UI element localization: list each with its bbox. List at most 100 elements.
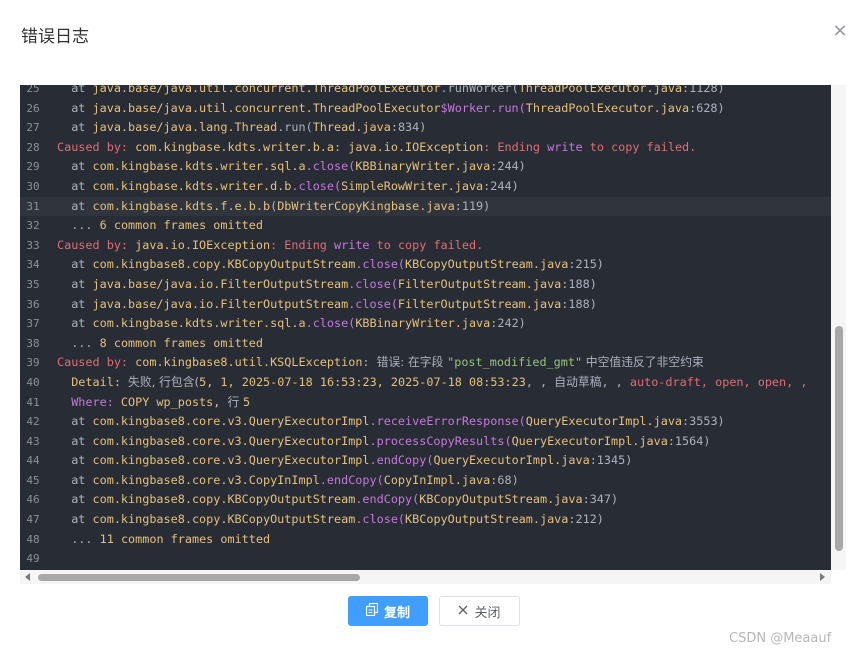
horizontal-scroll-thumb[interactable] [38,574,360,581]
code-token: com.kingbase.kdts.writer.sql.a [92,316,306,331]
log-line: 30 at com.kingbase.kdts.writer.d.b.close… [20,177,831,197]
log-line: 27 at java.base/java.lang.Thread.run(Thr… [20,118,831,138]
log-line: 46 at com.kingbase8.copy.KBCopyOutputStr… [20,490,831,510]
code-token: ... [57,531,100,546]
code-token: Caused by: [57,139,136,154]
log-line: 31 at com.kingbase.kdts.f.e.b.b(DbWriter… [20,196,831,217]
code-token: :347) [582,492,619,507]
close-button[interactable]: 关闭 [439,596,520,626]
code-token: KBCopyOutputStream.java [405,257,569,272]
code-token: com.kingbase.kdts.f.e.b.b [92,198,271,213]
code-token: java.base/java.util.concurrent.ThreadPoo… [92,100,441,115]
log-line: 39 Caused by: com.kingbase8.util.KSQLExce… [20,353,831,373]
vertical-scrollbar[interactable] [831,85,846,570]
vertical-scroll-thumb[interactable] [835,326,843,551]
code-token: com.kingbase8.core.v3.QueryExecutorImpl [92,414,370,429]
code-token: java.io.IOException [348,139,484,154]
code-token: $Worker.run( [440,100,526,115]
code-token: KBCopyOutputStream.java [419,492,583,507]
code-token: to copy failed. [369,237,484,252]
line-code: at com.kingbase.kdts.f.e.b.b(DbWriterCop… [57,197,490,217]
error-log-dialog: 错误日志 × 25 at java.base/java.util.concurr… [0,0,851,654]
line-code: ... 11 common frames omitted [57,530,270,550]
code-token: common frames omitted [106,218,263,233]
line-number: 31 [26,199,40,213]
code-token: .runWorker( [440,85,519,95]
code-token: 5, 1, 2025-07-18 16:53:23, 2025-07-18 08… [199,374,526,389]
line-code: at com.kingbase8.core.v3.QueryExecutorIm… [57,412,725,432]
line-code: at java.base/java.io.FilterOutputStream.… [57,275,597,295]
line-number: 43 [26,434,40,448]
line-number: 29 [26,160,40,174]
log-editor[interactable]: 25 at java.base/java.util.concurrent.Thr… [20,85,831,570]
code-token: CopyInImpl.java [383,472,491,487]
line-number: 27 [26,121,40,135]
code-token: :68) [490,472,519,487]
code-token: com.kingbase8.copy.KBCopyOutputStream [92,512,356,527]
code-token: at [57,276,93,291]
line-number: 46 [26,493,40,507]
code-token: DbWriterCopyKingbase.java [277,198,455,213]
scroll-left-arrow-icon[interactable] [25,573,30,581]
line-number: 42 [26,415,40,429]
code-token: :119) [454,198,491,213]
code-token: at [57,178,93,193]
copy-button-label: 复制 [383,605,410,621]
close-icon[interactable]: × [830,21,850,41]
code-token: at [57,296,93,311]
code-token: java.base/java.util.concurrent. [92,85,313,95]
close-button-label: 关闭 [474,605,501,621]
log-line: 38 ... 8 common frames omitted [20,334,831,354]
code-token: java.base/java.io.FilterOutputStream [92,276,349,291]
log-line: 43 at com.kingbase8.core.v3.QueryExecuto… [20,432,831,452]
line-number: 47 [26,513,40,527]
code-token: com.kingbase8.core.v3.QueryExecutorImpl [92,453,370,468]
line-number: 40 [26,375,40,389]
line-code: at com.kingbase8.copy.KBCopyOutputStream… [57,255,604,275]
code-token: COPY wp_posts, [120,394,228,409]
log-line: 35 at java.base/java.io.FilterOutputStre… [20,275,831,295]
code-token: .close( [355,257,406,272]
code-token: :1345) [589,453,633,468]
code-token: .close( [348,276,398,291]
log-line: 41 Where: COPY wp_posts, 行 5 [20,393,831,413]
line-code: at java.base/java.lang.Thread.run(Thread… [57,118,426,138]
log-line: 29 at com.kingbase.kdts.writer.sql.a.clo… [20,157,831,177]
line-number: 30 [26,179,40,193]
code-token: at [57,85,93,95]
line-code: at com.kingbase8.core.v3.QueryExecutorIm… [57,451,632,471]
code-token: :242) [490,316,526,331]
code-token: Detail: [57,374,129,389]
line-number: 34 [26,258,40,272]
code-token: at [57,159,93,174]
log-line: 32 ... 6 common frames omitted [20,216,831,236]
code-token: :188) [561,276,597,291]
copy-button[interactable]: 复制 [348,596,428,626]
code-token: write [334,237,370,252]
code-token: com.kingbase8.copy.KBCopyOutputStream [92,492,356,507]
line-number: 41 [26,395,40,409]
code-token: :3553) [682,414,725,429]
code-token: .endCopy( [355,492,420,507]
code-token: common frames omitted [106,335,263,350]
log-line: 42 at com.kingbase8.core.v3.QueryExecuto… [20,412,831,432]
line-code: at com.kingbase.kdts.writer.d.b.close(Si… [57,177,519,197]
code-token: Caused by: [57,237,136,252]
code-token: 失败, 行包含( [128,374,200,389]
code-token: :244) [483,178,519,193]
code-token: com.kingbase8.core.v3.CopyInImpl [92,472,320,487]
line-number: 38 [26,336,40,350]
scroll-right-arrow-icon[interactable] [820,573,825,581]
code-token: common frames omitted [113,531,271,546]
code-token: QueryExecutorImpl.java [511,433,668,448]
code-token: : Ending [270,237,335,252]
horizontal-scrollbar[interactable] [20,570,831,584]
line-code: at java.base/java.util.concurrent.Thread… [57,85,724,99]
code-token: :628) [689,100,725,115]
code-token: at [57,492,93,507]
code-token: .close( [348,296,398,311]
log-line: 25 at java.base/java.util.concurrent.Thr… [20,85,831,99]
dialog-title: 错误日志 [21,27,89,47]
line-number: 45 [26,473,40,487]
line-code: at com.kingbase.kdts.writer.sql.a.close(… [57,157,526,177]
